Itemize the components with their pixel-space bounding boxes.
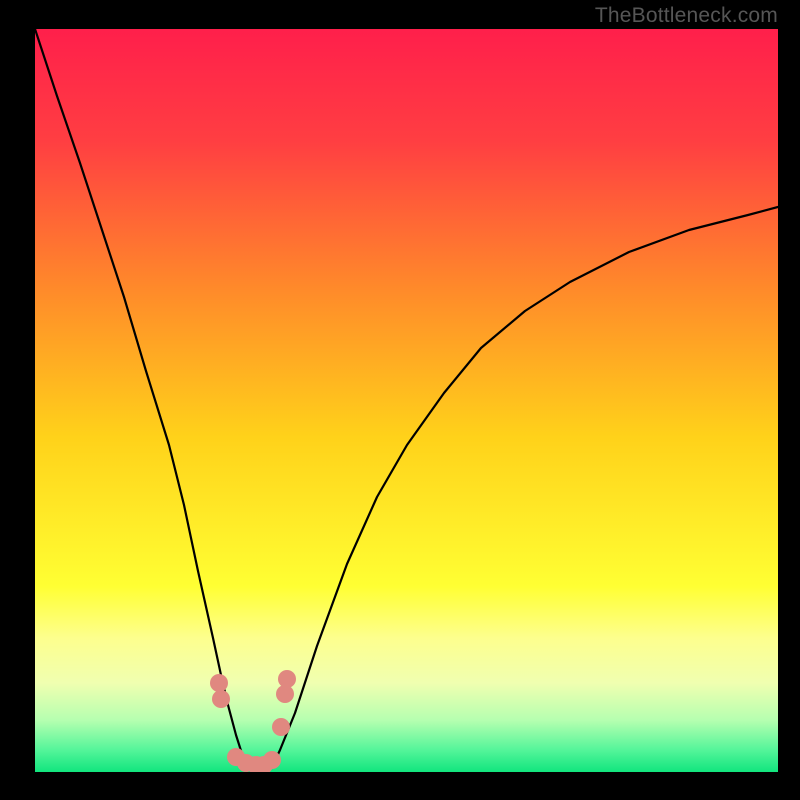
fit-markers: [35, 29, 778, 772]
watermark-text: TheBottleneck.com: [595, 4, 778, 28]
chart-frame: TheBottleneck.com: [0, 0, 800, 800]
plot-area: [35, 29, 778, 772]
